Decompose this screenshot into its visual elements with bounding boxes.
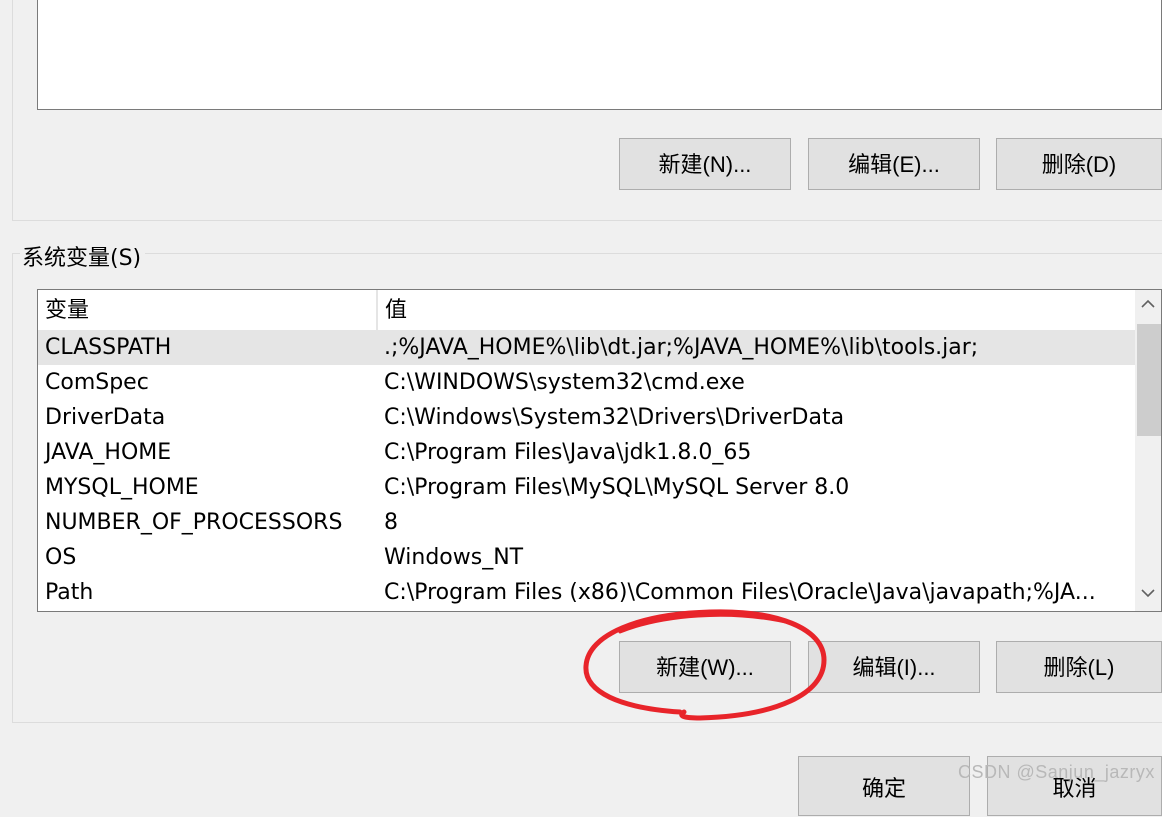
vertical-scrollbar[interactable]: [1135, 290, 1161, 611]
table-row[interactable]: JAVA_HOME C:\Program Files\Java\jdk1.8.0…: [38, 435, 1135, 470]
table-row[interactable]: ComSpec C:\WINDOWS\system32\cmd.exe: [38, 365, 1135, 400]
row-name: NUMBER_OF_PROCESSORS: [45, 510, 343, 535]
system-variables-title: 系统变量(S): [20, 240, 146, 272]
list-column-header: 变量 值: [38, 290, 1135, 331]
system-delete-button[interactable]: 删除(L): [996, 641, 1162, 693]
row-name: DriverData: [45, 405, 166, 430]
list-rows: CLASSPATH .;%JAVA_HOME%\lib\dt.jar;%JAVA…: [38, 330, 1135, 610]
row-name: Path: [45, 580, 94, 605]
row-name: CLASSPATH: [45, 335, 172, 360]
column-header-name[interactable]: 变量: [45, 290, 89, 330]
system-variables-list[interactable]: 变量 值 CLASSPATH .;%JAVA_HOME%\lib\dt.jar;…: [37, 289, 1162, 612]
chevron-down-icon[interactable]: [1135, 581, 1161, 607]
row-name: OS: [45, 545, 77, 570]
row-value: C:\Program Files\MySQL\MySQL Server 8.0: [384, 475, 850, 500]
row-value: C:\WINDOWS\system32\cmd.exe: [384, 370, 745, 395]
row-name: ComSpec: [45, 370, 149, 395]
row-value: Windows_NT: [384, 545, 524, 570]
user-variables-list[interactable]: [37, 0, 1162, 110]
row-value: C:\Windows\System32\Drivers\DriverData: [384, 405, 845, 430]
scrollbar-thumb[interactable]: [1137, 324, 1161, 436]
row-value: C:\Program Files\Java\jdk1.8.0_65: [384, 440, 752, 465]
column-header-value[interactable]: 值: [377, 290, 407, 330]
row-value: .;%JAVA_HOME%\lib\dt.jar;%JAVA_HOME%\lib…: [384, 335, 979, 360]
watermark: CSDN @Sanjun_jazryx: [958, 762, 1155, 782]
system-edit-button[interactable]: 编辑(I)...: [808, 641, 980, 693]
row-name: MYSQL_HOME: [45, 475, 199, 500]
user-new-button[interactable]: 新建(N)...: [619, 138, 791, 190]
table-row[interactable]: MYSQL_HOME C:\Program Files\MySQL\MySQL …: [38, 470, 1135, 505]
user-delete-button[interactable]: 删除(D): [996, 138, 1162, 190]
row-value: 8: [384, 510, 398, 535]
user-edit-button[interactable]: 编辑(E)...: [808, 138, 980, 190]
table-row[interactable]: DriverData C:\Windows\System32\Drivers\D…: [38, 400, 1135, 435]
ok-button[interactable]: 确定: [798, 756, 970, 816]
red-circle-annotation: [583, 609, 827, 721]
table-row[interactable]: CLASSPATH .;%JAVA_HOME%\lib\dt.jar;%JAVA…: [38, 330, 1135, 365]
table-row[interactable]: OS Windows_NT: [38, 540, 1135, 575]
table-row[interactable]: NUMBER_OF_PROCESSORS 8: [38, 505, 1135, 540]
row-name: JAVA_HOME: [45, 440, 172, 465]
chevron-up-icon[interactable]: [1135, 292, 1161, 318]
